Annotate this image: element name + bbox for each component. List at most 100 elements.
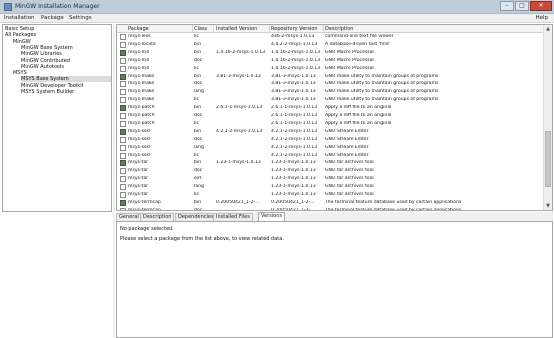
package-checkbox[interactable] — [120, 184, 126, 191]
tab-versions[interactable]: Versions — [258, 212, 285, 221]
package-description: GNU Macro Processor — [325, 65, 375, 71]
package-description: GNU tar archiver tool — [325, 168, 374, 174]
tab-description[interactable]: Description — [140, 213, 175, 221]
package-name: msys-less — [128, 34, 151, 39]
package-checkbox[interactable] — [120, 81, 126, 88]
table-row[interactable]: msys-patch lic 2.6.1-1-msys-1.0.13 Apply a … — [117, 120, 544, 128]
menu-installation[interactable]: Installation — [4, 15, 34, 21]
table-row[interactable]: msys-tar bin 1.23-1-msys-1.0.13 1.23-1-msys… — [117, 159, 544, 167]
package-checkbox[interactable] — [120, 207, 126, 210]
maximize-button[interactable]: □ — [515, 1, 529, 11]
table-row[interactable]: msys-patch bin 2.6.1-1-msys-1.0.13 2.6.1-1-… — [117, 104, 544, 112]
tree-item-mingw-contributed[interactable]: MinGW Contributed — [21, 58, 70, 64]
scroll-up-icon[interactable]: ▲ — [544, 25, 552, 33]
table-row[interactable]: msys-tar doc 1.23-1-msys-1.0.13 GNU tar arc… — [117, 167, 544, 175]
tree-item-msys[interactable]: MSYS — [13, 70, 27, 76]
column-header-repository-version[interactable]: Repository Version — [271, 26, 318, 32]
table-row[interactable]: msys-make lic 3.81-3-msys-1.0.13 GNU make u… — [117, 96, 544, 104]
scroll-down-icon[interactable]: ▼ — [544, 202, 552, 210]
repository-version: 1.4.16-2-msys-1.0.13 — [271, 65, 321, 71]
package-checkbox[interactable] — [120, 144, 126, 151]
table-row[interactable]: msys-m4 lic 1.4.16-2-msys-1.0.13 GNU Macro … — [117, 65, 544, 73]
package-description: Apply a diff file to an original — [325, 105, 392, 111]
package-checkbox[interactable] — [120, 97, 126, 104]
package-list-scrollbar[interactable]: ▲ ▼ — [543, 25, 552, 210]
package-checkbox[interactable] — [120, 65, 126, 72]
package-checkbox[interactable] — [120, 57, 126, 64]
table-row[interactable]: msys-sed doc 4.2.1-2-msys-1.0.13 GNU Stream… — [117, 136, 544, 144]
table-row[interactable]: msys-locate bin 4.4.2-2-msys-1.0.13 A datab… — [117, 41, 544, 49]
package-class: lic — [194, 120, 200, 126]
package-checkbox[interactable] — [120, 168, 126, 175]
repository-version: 0.20050421_1-2-... — [271, 207, 315, 211]
table-row[interactable]: msys-make lang 3.81-3-msys-1.0.13 GNU make … — [117, 88, 544, 96]
package-name: msys-tar — [128, 160, 149, 166]
column-header-description[interactable]: Description — [325, 26, 353, 32]
column-header-installed-version[interactable]: Installed Version — [216, 26, 257, 32]
details-tabs: General Description Dependencies Installed … — [116, 212, 553, 221]
package-checkbox[interactable] — [120, 136, 126, 143]
package-checkbox[interactable] — [120, 192, 126, 198]
package-class: bin — [194, 128, 202, 134]
repository-version: 3.81-3-msys-1.0.13 — [271, 97, 316, 103]
table-row[interactable]: msys-tar ext 1.23-1-msys-1.0.13 GNU tar arc… — [117, 175, 544, 183]
column-header-class[interactable]: Class — [194, 26, 207, 32]
package-checkbox[interactable] — [120, 41, 126, 48]
menu-package[interactable]: Package — [41, 15, 64, 21]
tree-item-mingw-base-system[interactable]: MinGW Base System — [21, 45, 73, 51]
pane-splitter[interactable] — [113, 24, 115, 338]
tree-item-mingw-autotools[interactable]: MinGW Autotools — [21, 64, 64, 70]
installed-status-icon[interactable] — [120, 128, 126, 135]
installed-status-icon[interactable] — [120, 105, 126, 112]
table-row[interactable]: msys-tar lang 1.23-1-msys-1.0.13 GNU tar ar… — [117, 183, 544, 191]
repository-version: 3.81-3-msys-1.0.13 — [271, 73, 316, 79]
scrollbar-thumb[interactable] — [545, 131, 551, 187]
table-row[interactable]: msys-termcap doc 0.20050421_1-2-... The ter… — [117, 207, 544, 211]
table-row[interactable]: msys-sed lang 4.2.1-2-msys-1.0.13 GNU Strea… — [117, 144, 544, 152]
tree-item-all-packages[interactable]: All Packages — [5, 32, 36, 38]
table-row[interactable]: msys-make bin 3.81-3-msys-1.0.13 3.81-3-msy… — [117, 73, 544, 81]
minimize-button[interactable]: – — [500, 1, 514, 11]
tab-dependencies[interactable]: Dependencies — [175, 213, 217, 221]
menu-settings[interactable]: Settings — [69, 15, 92, 21]
table-row[interactable]: msys-patch doc 2.6.1-1-msys-1.0.13 Apply a … — [117, 112, 544, 120]
tree-item-mingw[interactable]: MinGW — [13, 39, 31, 45]
tree-item-msys-system-builder[interactable]: MSYS System Builder — [21, 89, 74, 95]
close-button[interactable]: ✕ — [530, 1, 552, 11]
package-name: msys-m4 — [128, 57, 150, 63]
package-checkbox[interactable] — [120, 89, 126, 96]
installed-status-icon[interactable] — [120, 160, 126, 167]
package-checkbox[interactable] — [120, 113, 126, 119]
package-name: msys-sed — [128, 144, 150, 150]
table-row[interactable]: msys-m4 doc 1.4.16-2-msys-1.0.13 GNU Macro … — [117, 57, 544, 65]
column-header-package[interactable]: Package — [128, 26, 149, 32]
menu-help[interactable]: Help — [535, 15, 548, 21]
tree-item-msys-base-system[interactable]: MSYS Base System — [21, 76, 111, 83]
table-row[interactable]: msys-make doc 3.81-3-msys-1.0.13 GNU make u… — [117, 80, 544, 88]
package-checkbox[interactable] — [120, 120, 126, 127]
package-checkbox[interactable] — [120, 152, 126, 159]
installed-status-icon[interactable] — [120, 199, 126, 206]
tab-installed-files[interactable]: Installed Files — [213, 213, 253, 221]
installed-status-icon[interactable] — [120, 49, 126, 56]
package-description: GNU Stream Editor — [325, 136, 369, 142]
details-hint: Please select a package from the list ab… — [120, 236, 284, 242]
repository-version: 4.2.1-2-msys-1.0.13 — [271, 136, 318, 142]
table-row[interactable]: msys-sed lic 4.2.1-2-msys-1.0.13 GNU Stream… — [117, 152, 544, 160]
table-row[interactable]: msys-less lic 436-2-msys-1.0.13 command-lin… — [117, 33, 544, 41]
table-row[interactable]: msys-m4 bin 1.4.16-2-msys-1.0.13 1.4.16-2-m… — [117, 49, 544, 57]
tab-general[interactable]: General — [116, 213, 142, 221]
tree-item-mingw-libraries[interactable]: MinGW Libraries — [21, 51, 62, 57]
installed-status-icon[interactable] — [120, 73, 126, 80]
package-checkbox[interactable] — [120, 176, 126, 183]
package-class: lic — [194, 65, 200, 71]
app-icon — [4, 3, 12, 11]
table-row[interactable]: msys-termcap bin 0.20050421_1-2-... 0.20050… — [117, 199, 544, 207]
tree-item-mingw-developer-toolkit[interactable]: MinGW Developer Toolkit — [21, 83, 84, 89]
table-row[interactable]: msys-tar lic 1.23-1-msys-1.0.13 GNU tar arc… — [117, 191, 544, 199]
tree-item-basic-setup[interactable]: Basic Setup — [5, 26, 34, 32]
installed-version: 1.4.16-2-msys-1.0.13 — [216, 49, 266, 55]
package-checkbox[interactable] — [120, 34, 126, 40]
installed-version: 0.20050421_1-2-... — [216, 199, 260, 205]
table-row[interactable]: msys-sed bin 4.2.1-2-msys-1.0.13 4.2.1-2-ms… — [117, 128, 544, 136]
